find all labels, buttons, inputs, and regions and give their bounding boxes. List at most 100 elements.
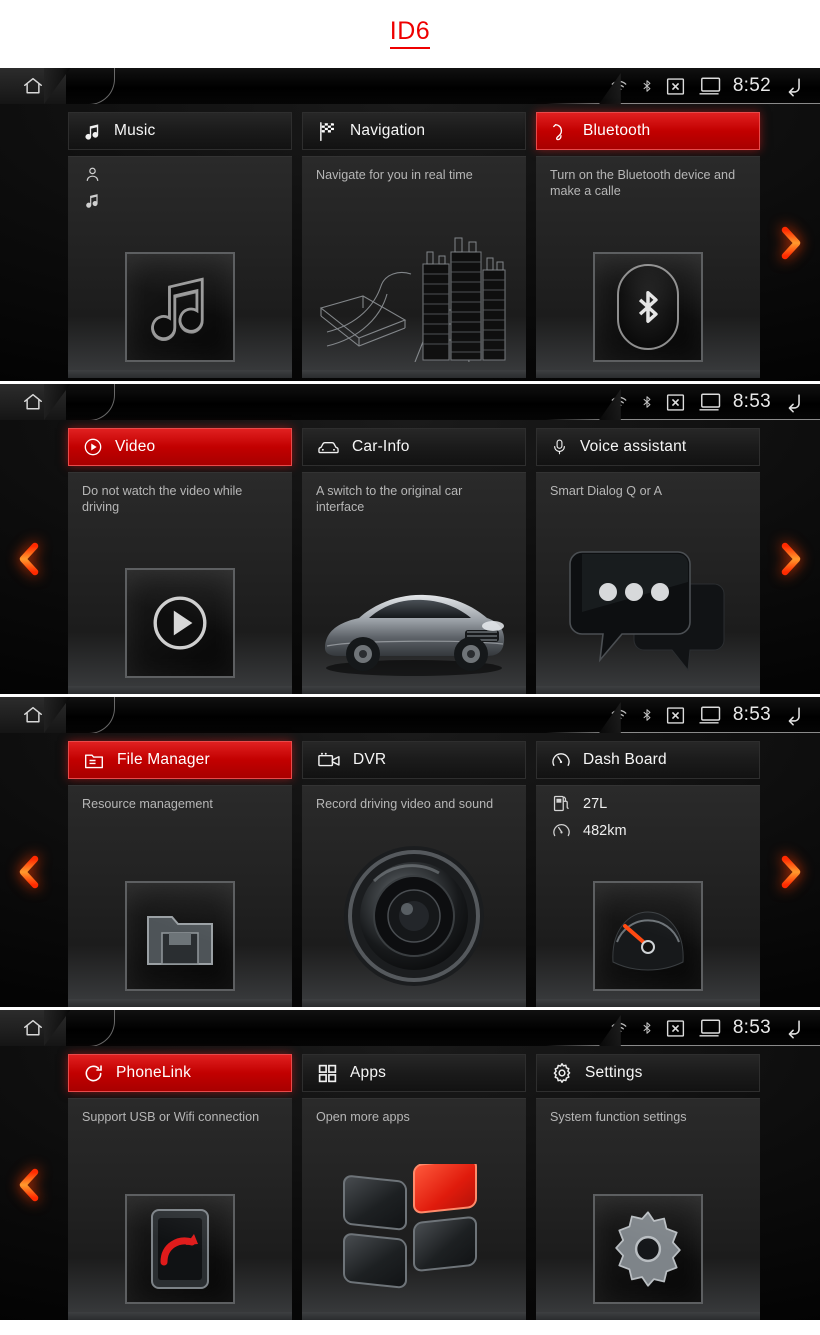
prev-page-arrow[interactable] <box>12 1163 46 1207</box>
status-icons: 8:52 <box>609 75 820 97</box>
card-body-dash-board[interactable]: 27L 482km <box>536 785 760 1007</box>
card-header-dvr[interactable]: DVR <box>302 741 526 779</box>
play-circle-icon <box>83 437 103 457</box>
mute-x-icon[interactable] <box>665 705 686 726</box>
back-icon[interactable] <box>782 391 806 413</box>
dashboard-art-tile <box>593 881 703 991</box>
mute-x-icon[interactable] <box>665 1018 686 1039</box>
card-settings[interactable]: Settings System function settings <box>536 1054 760 1320</box>
home-button[interactable] <box>0 68 66 104</box>
card-shelf <box>302 1312 526 1320</box>
card-body-bluetooth[interactable]: Turn on the Bluetooth device and make a … <box>536 156 760 378</box>
navigation-art <box>319 237 506 362</box>
bluetooth-icon[interactable] <box>640 705 654 725</box>
card-title: Voice assistant <box>580 438 687 455</box>
readout-value: 482km <box>583 822 627 839</box>
page-title-bar: ID6 <box>0 0 820 68</box>
video-camera-icon <box>317 751 341 769</box>
card-bluetooth[interactable]: Bluetooth Turn on the Bluetooth device a… <box>536 112 760 381</box>
bluetooth-icon[interactable] <box>640 1018 654 1038</box>
card-header-bluetooth[interactable]: Bluetooth <box>536 112 760 150</box>
card-header-apps[interactable]: Apps <box>302 1054 526 1092</box>
status-time: 8:53 <box>732 391 771 412</box>
voice-art <box>569 551 725 672</box>
card-navigation[interactable]: Navigation Navigate for you in real time <box>302 112 526 381</box>
card-description: Do not watch the video while driving <box>82 484 243 514</box>
card-header-navigation[interactable]: Navigation <box>302 112 526 150</box>
checkered-flag-icon <box>317 121 338 142</box>
card-header-dash-board[interactable]: Dash Board <box>536 741 760 779</box>
wifi-icon[interactable] <box>609 78 629 95</box>
card-description: Turn on the Bluetooth device and make a … <box>550 168 736 198</box>
card-shelf <box>302 999 526 1007</box>
card-header-settings[interactable]: Settings <box>536 1054 760 1092</box>
card-header-voice-assistant[interactable]: Voice assistant <box>536 428 760 466</box>
card-file-manager[interactable]: File Manager Resource management <box>68 741 292 1007</box>
card-grid: PhoneLink Support USB or Wifi connection… <box>0 1046 820 1320</box>
card-shelf <box>536 1312 760 1320</box>
card-header-music[interactable]: Music <box>68 112 292 150</box>
next-page-arrow[interactable] <box>774 537 808 581</box>
card-body-car-info[interactable]: A switch to the original car interface <box>302 472 526 694</box>
dashboard-readout: 482km <box>552 821 627 840</box>
home-icon <box>22 1017 44 1039</box>
readout-value: 27L <box>583 795 608 812</box>
screen-off-icon[interactable] <box>697 705 722 725</box>
back-icon[interactable] <box>782 1017 806 1039</box>
card-music[interactable]: Music <box>68 112 292 381</box>
prev-page-arrow[interactable] <box>12 537 46 581</box>
card-body-dvr[interactable]: Record driving video and sound <box>302 785 526 1007</box>
card-body-voice-assistant[interactable]: Smart Dialog Q or A <box>536 472 760 694</box>
card-header-car-info[interactable]: Car-Info <box>302 428 526 466</box>
bluetooth-icon[interactable] <box>640 392 654 412</box>
page-title: ID6 <box>389 19 431 49</box>
screen-off-icon[interactable] <box>697 392 722 412</box>
phonelink-art-tile <box>125 1194 235 1304</box>
back-icon[interactable] <box>782 75 806 97</box>
video-art-tile <box>125 568 235 678</box>
apps-art <box>343 1164 477 1289</box>
card-shelf <box>68 686 292 694</box>
status-time: 8:52 <box>732 75 771 96</box>
grid-squares-icon <box>317 1063 338 1084</box>
dashboard-readout: 27L <box>552 794 627 813</box>
back-icon[interactable] <box>782 704 806 726</box>
card-video[interactable]: Video Do not watch the video while drivi… <box>68 428 292 694</box>
card-artwork <box>593 881 703 991</box>
card-body-video[interactable]: Do not watch the video while driving <box>68 472 292 694</box>
card-dvr[interactable]: DVR Record driving video and sound <box>302 741 526 1007</box>
home-button[interactable] <box>0 384 66 420</box>
wifi-icon[interactable] <box>609 707 629 724</box>
home-icon <box>22 75 44 97</box>
home-button[interactable] <box>0 1010 66 1046</box>
card-body-settings[interactable]: System function settings <box>536 1098 760 1320</box>
card-description: Record driving video and sound <box>316 797 494 811</box>
card-body-file-manager[interactable]: Resource management <box>68 785 292 1007</box>
music-art-tile <box>125 252 235 362</box>
card-header-phonelink[interactable]: PhoneLink <box>68 1054 292 1092</box>
next-page-arrow[interactable] <box>774 850 808 894</box>
card-grid: Music Navigation Navigate for you in rea… <box>0 104 820 381</box>
mute-x-icon[interactable] <box>665 76 686 97</box>
card-apps[interactable]: Apps Open more apps <box>302 1054 526 1320</box>
next-page-arrow[interactable] <box>774 221 808 265</box>
screen-off-icon[interactable] <box>697 1018 722 1038</box>
home-button[interactable] <box>0 697 66 733</box>
card-body-music[interactable] <box>68 156 292 378</box>
card-header-file-manager[interactable]: File Manager <box>68 741 292 779</box>
wifi-icon[interactable] <box>609 1020 629 1037</box>
card-body-apps[interactable]: Open more apps <box>302 1098 526 1320</box>
card-header-video[interactable]: Video <box>68 428 292 466</box>
mute-x-icon[interactable] <box>665 392 686 413</box>
wifi-icon[interactable] <box>609 394 629 411</box>
card-voice-assistant[interactable]: Voice assistant Smart Dialog Q or A <box>536 428 760 694</box>
bluetooth-icon[interactable] <box>640 76 654 96</box>
card-body-phonelink[interactable]: Support USB or Wifi connection <box>68 1098 292 1320</box>
card-description: A switch to the original car interface <box>316 484 463 514</box>
prev-page-arrow[interactable] <box>12 850 46 894</box>
card-body-navigation[interactable]: Navigate for you in real time <box>302 156 526 378</box>
card-dash-board[interactable]: Dash Board 27L 482km <box>536 741 760 1007</box>
card-car-info[interactable]: Car-Info A switch to the original car in… <box>302 428 526 694</box>
screen-off-icon[interactable] <box>697 76 722 96</box>
card-phonelink[interactable]: PhoneLink Support USB or Wifi connection <box>68 1054 292 1320</box>
